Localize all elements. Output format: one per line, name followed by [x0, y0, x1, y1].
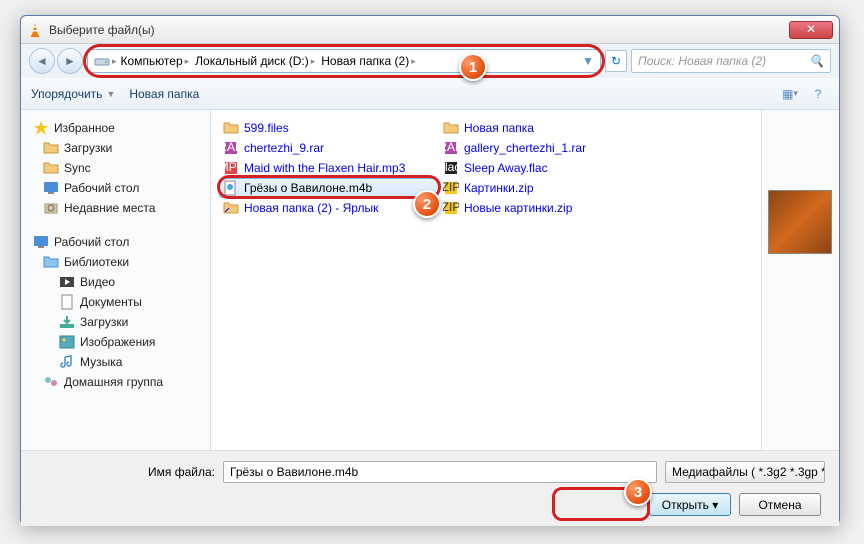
desktop-icon [43, 180, 59, 196]
folder-icon [223, 120, 239, 136]
sidebar-item-recent[interactable]: Недавние места [25, 198, 206, 218]
file-item[interactable]: flacSleep Away.flac [439, 158, 659, 178]
svg-text:RAR: RAR [223, 140, 239, 154]
homegroup-icon [43, 374, 59, 390]
refresh-button[interactable]: ↻ [605, 50, 627, 72]
file-item[interactable]: ZIPНовые картинки.zip [439, 198, 659, 218]
svg-text:ZIP: ZIP [443, 180, 459, 194]
view-icon[interactable]: ▦ ▾ [779, 84, 801, 104]
filename-input[interactable] [223, 461, 657, 483]
zip-icon: ZIP [443, 180, 459, 196]
filename-label: Имя файла: [35, 465, 215, 479]
vlc-icon [27, 22, 43, 38]
file-item[interactable]: 599.files [219, 118, 439, 138]
sidebar-item-sync[interactable]: Sync [25, 158, 206, 178]
file-item[interactable]: MP3Maid with the Flaxen Hair.mp3 [219, 158, 439, 178]
search-input[interactable]: Поиск: Новая папка (2)🔍 [631, 49, 831, 73]
file-item[interactable]: Новая папка (2) - Ярлык [219, 198, 439, 218]
image-icon [59, 334, 75, 350]
window-title: Выберите файл(ы) [49, 23, 789, 37]
file-item[interactable]: RARgallery_chertezhi_1.rar [439, 138, 659, 158]
close-button[interactable]: ✕ [789, 21, 833, 39]
organize-button[interactable]: Упорядочить ▼ [31, 87, 115, 101]
sidebar-item-images[interactable]: Изображения [25, 332, 206, 352]
back-button[interactable]: ◄ [29, 48, 55, 74]
crumb-folder[interactable]: Новая папка (2)▸ [319, 54, 417, 68]
svg-text:MP3: MP3 [223, 160, 239, 174]
crumb-computer[interactable]: Компьютер▸ [119, 54, 192, 68]
file-item[interactable]: ZIPКартинки.zip [439, 178, 659, 198]
sidebar-item-documents[interactable]: Документы [25, 292, 206, 312]
crumb-drive[interactable]: Локальный диск (D:)▸ [193, 54, 317, 68]
address-bar[interactable]: ▸ Компьютер▸ Локальный диск (D:)▸ Новая … [87, 49, 601, 73]
audio-icon [223, 180, 239, 196]
callout-1: 1 [459, 53, 487, 81]
svg-text:flac: flac [443, 160, 459, 174]
video-icon [59, 274, 75, 290]
file-list: 599.files RARchertezhi_9.rar MP3Maid wit… [211, 110, 761, 450]
nav-row: ◄ ► ▸ Компьютер▸ Локальный диск (D:)▸ Но… [21, 44, 839, 78]
library-icon [43, 254, 59, 270]
sidebar-favorites[interactable]: Избранное [25, 118, 206, 138]
sync-icon [43, 160, 59, 176]
callout-2: 2 [413, 190, 441, 218]
newfolder-button[interactable]: Новая папка [129, 87, 199, 101]
footer: Имя файла: Медиафайлы ( *.3g2 *.3gp *.3g… [21, 450, 839, 526]
toolbar: Упорядочить ▼ Новая папка ▦ ▾ ? [21, 78, 839, 110]
file-dialog: Выберите файл(ы) ✕ ◄ ► ▸ Компьютер▸ Лока… [20, 15, 840, 525]
folder-icon [43, 140, 59, 156]
shortcut-icon [223, 200, 239, 216]
drive-icon [94, 53, 110, 69]
rar-icon: RAR [443, 140, 459, 156]
file-item[interactable]: Новая папка [439, 118, 659, 138]
file-item-selected[interactable]: Грёзы о Вавилоне.m4b [219, 178, 439, 198]
sidebar-homegroup[interactable]: Домашняя группа [25, 372, 206, 392]
sidebar-item-music[interactable]: Музыка [25, 352, 206, 372]
sidebar: Избранное Загрузки Sync Рабочий стол Нед… [21, 110, 211, 450]
sidebar-item-downloads2[interactable]: Загрузки [25, 312, 206, 332]
callout-3: 3 [624, 478, 652, 506]
audio-icon: flac [443, 160, 459, 176]
doc-icon [59, 294, 75, 310]
zip-icon: ZIP [443, 200, 459, 216]
sidebar-libraries[interactable]: Библиотеки [25, 252, 206, 272]
filetype-dropdown[interactable]: Медиафайлы ( *.3g2 *.3gp *.3g▾ [665, 461, 825, 483]
sidebar-item-video[interactable]: Видео [25, 272, 206, 292]
open-button[interactable]: Открыть ▾ [649, 493, 731, 516]
star-icon [33, 120, 49, 136]
audio-icon: MP3 [223, 160, 239, 176]
titlebar[interactable]: Выберите файл(ы) ✕ [21, 16, 839, 44]
sidebar-item-downloads[interactable]: Загрузки [25, 138, 206, 158]
recent-icon [43, 200, 59, 216]
svg-text:RAR: RAR [443, 140, 459, 154]
rar-icon: RAR [223, 140, 239, 156]
svg-text:ZIP: ZIP [443, 200, 459, 214]
forward-button[interactable]: ► [57, 48, 83, 74]
file-item[interactable]: RARchertezhi_9.rar [219, 138, 439, 158]
folder-icon [443, 120, 459, 136]
preview-thumbnail [768, 190, 832, 254]
search-icon: 🔍 [809, 54, 824, 68]
preview-pane [761, 110, 839, 450]
help-icon[interactable]: ? [807, 84, 829, 104]
cancel-button[interactable]: Отмена [739, 493, 821, 516]
desktop-icon [33, 234, 49, 250]
download-icon [59, 314, 75, 330]
sidebar-desktop-hdr[interactable]: Рабочий стол [25, 232, 206, 252]
sidebar-item-desktop[interactable]: Рабочий стол [25, 178, 206, 198]
music-icon [59, 354, 75, 370]
